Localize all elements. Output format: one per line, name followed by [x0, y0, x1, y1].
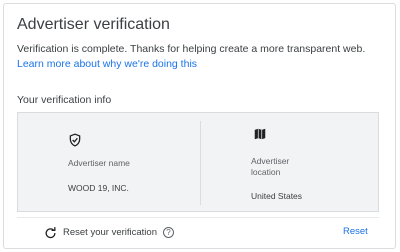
- advertiser-location-label: Advertiser location: [251, 156, 289, 178]
- advertiser-location-label-line2: location: [251, 167, 281, 177]
- advertiser-name-value: WOOD 19, INC.: [68, 183, 129, 193]
- verification-info-panel: Advertiser name WOOD 19, INC. Advertiser…: [17, 112, 379, 212]
- footer-divider: [17, 217, 379, 218]
- reset-verification-row[interactable]: Reset your verification ?: [45, 224, 174, 240]
- learn-more-link[interactable]: Learn more about why we're doing this: [17, 58, 197, 70]
- section-title: Your verification info: [17, 94, 112, 106]
- column-divider: [200, 121, 201, 205]
- verification-status-text: Verification is complete. Thanks for hel…: [17, 43, 366, 55]
- shield-check-icon: [69, 133, 81, 147]
- help-icon[interactable]: ?: [162, 226, 174, 238]
- advertiser-location-value: United States: [251, 191, 303, 201]
- reset-button[interactable]: Reset: [343, 226, 368, 237]
- refresh-icon: [45, 226, 56, 238]
- advertiser-location-label-line1: Advertiser: [251, 156, 290, 166]
- advertiser-name-label: Advertiser name: [68, 158, 130, 168]
- map-icon: [254, 128, 266, 140]
- reset-verification-label: Reset your verification: [63, 226, 157, 238]
- page-title: Advertiser verification: [17, 16, 170, 33]
